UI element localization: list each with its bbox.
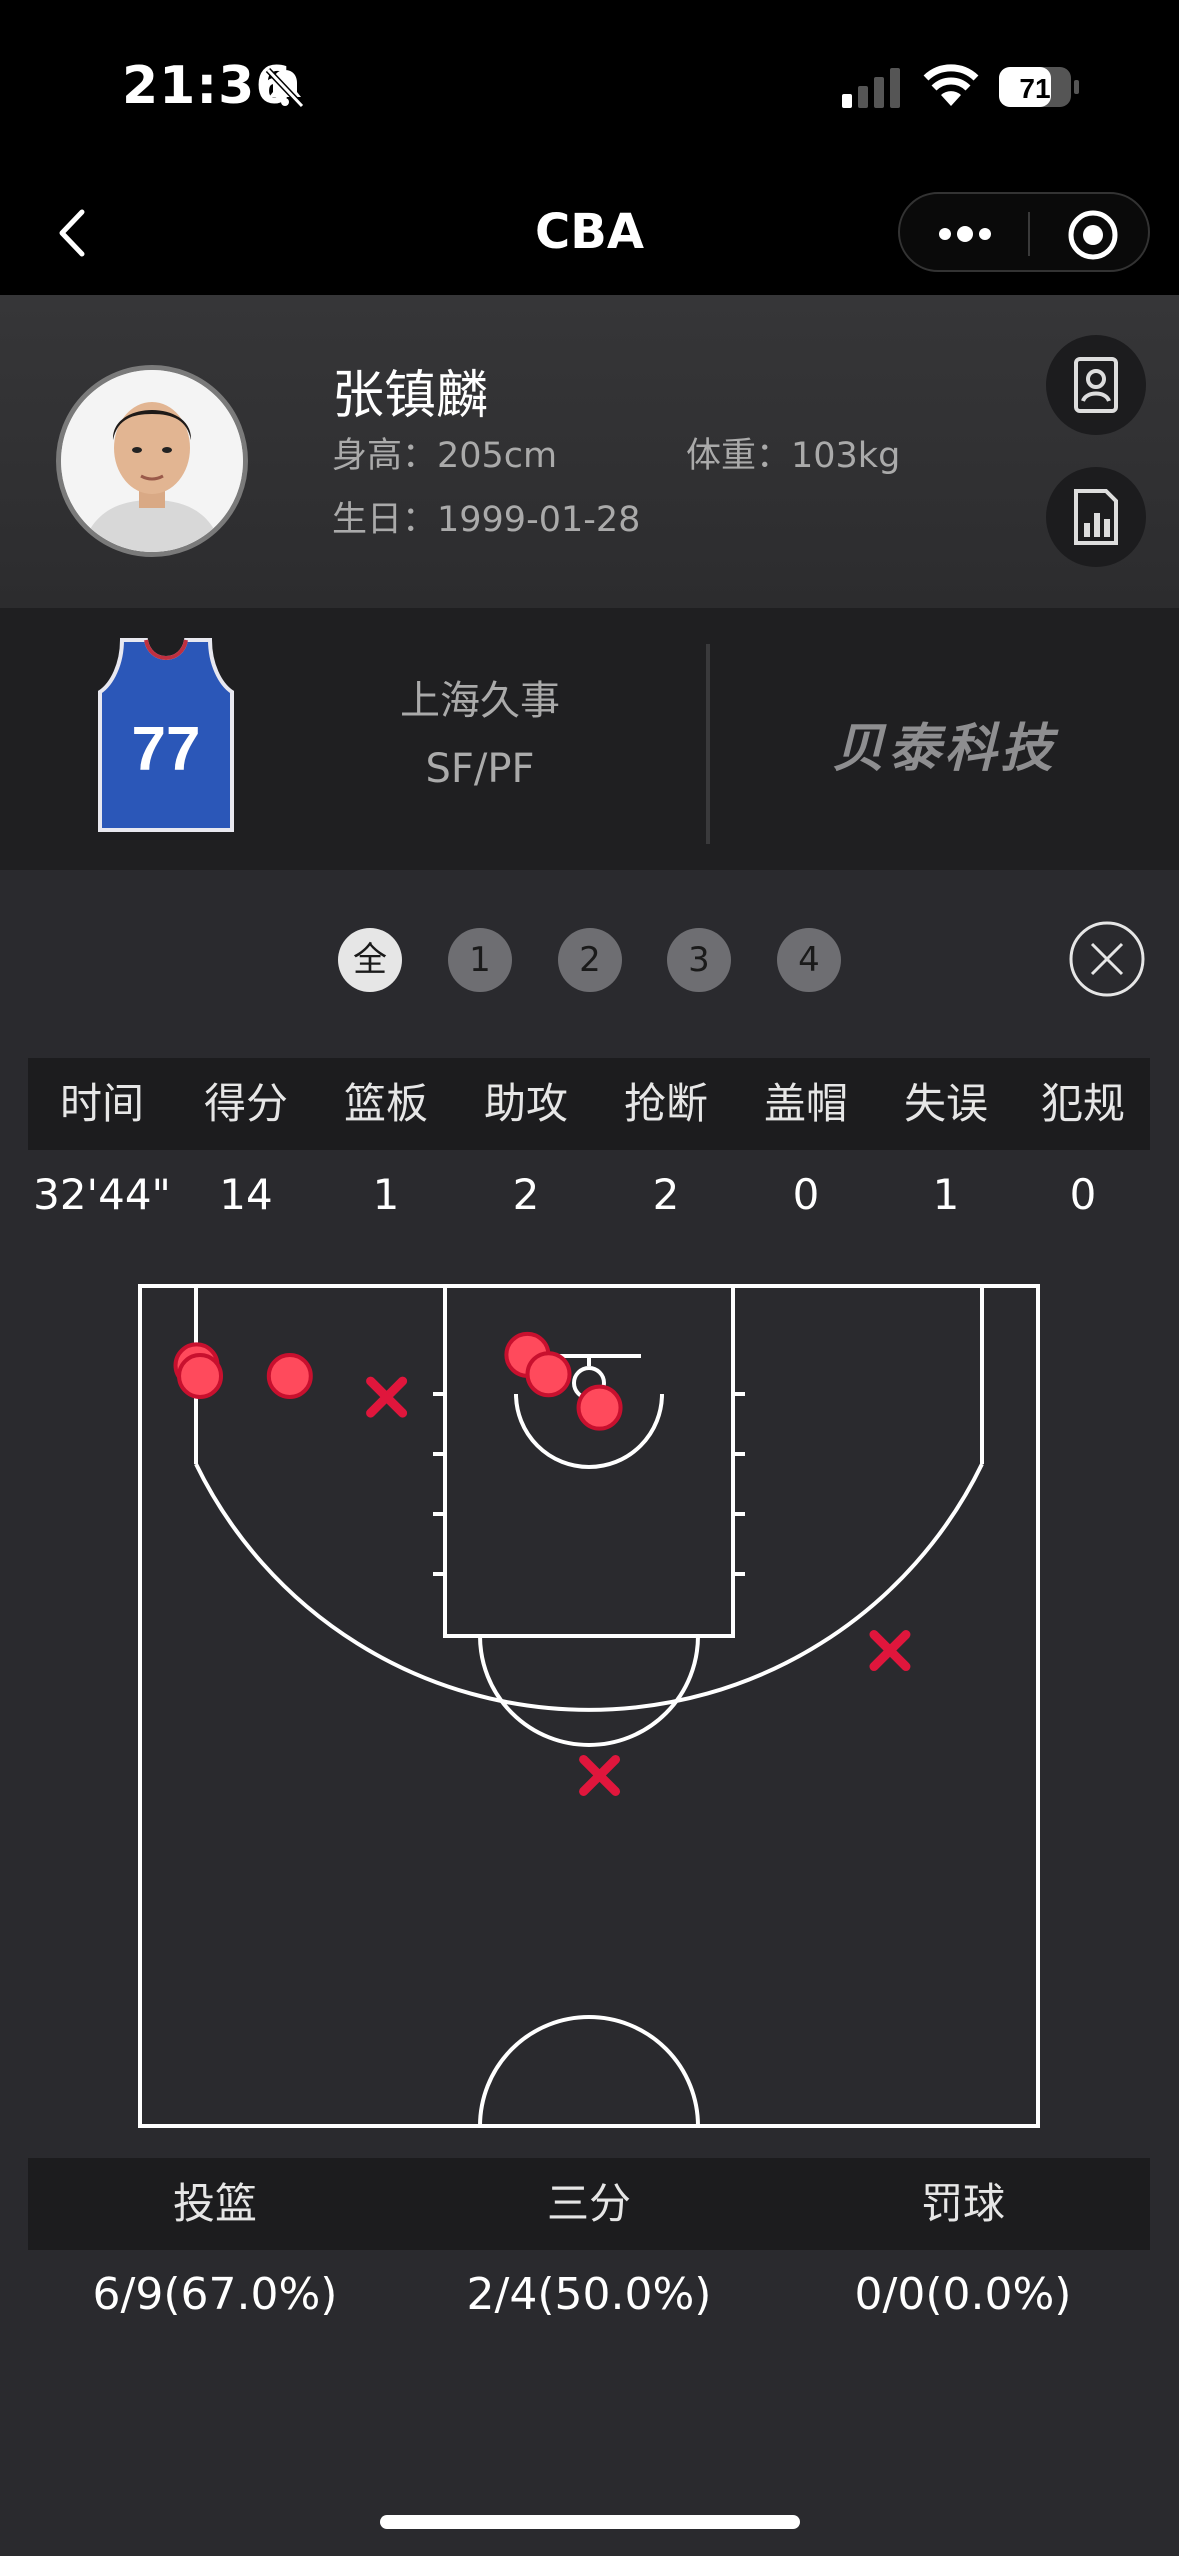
stat-value-turnovers: 1 [932, 1170, 960, 1219]
shooting-header-3pt: 三分 [546, 2179, 631, 2228]
stat-header-fouls: 犯规 [1040, 1079, 1125, 1128]
player-position: SF/PF [425, 746, 535, 792]
player-name: 张镇麟 [332, 366, 489, 426]
stat-header-blocks: 盖帽 [763, 1079, 848, 1128]
free-throw-circle [478, 1635, 700, 1747]
shooting-header-fg: 投篮 [172, 2179, 257, 2228]
bell-off-icon [265, 67, 305, 109]
stat-value-blocks: 0 [792, 1170, 820, 1219]
stat-header-time: 时间 [59, 1079, 144, 1128]
period-selector: 全 1 2 3 4 [0, 928, 1179, 998]
period-4[interactable]: 4 [777, 928, 841, 992]
home-indicator[interactable] [380, 2515, 800, 2529]
missed-shot-marker [869, 1630, 911, 1672]
shooting-header-row: 投篮 三分 罚球 [28, 2158, 1150, 2250]
capsule-divider [1028, 212, 1030, 256]
made-shot-marker [525, 1351, 572, 1398]
player-header: 张镇麟 身高：205cm 体重：103kg 生日：1999-01-28 [0, 295, 1179, 608]
stat-header-turnovers: 失误 [903, 1079, 988, 1128]
paint [443, 1284, 735, 1638]
stat-value-time: 32'44" [33, 1170, 171, 1219]
status-bar: 21:36 71 [0, 0, 1179, 170]
stat-header-rebounds: 篮板 [343, 1079, 428, 1128]
stat-value-steals: 2 [652, 1170, 680, 1219]
cellular-signal-icon [842, 68, 900, 108]
close-icon[interactable] [1068, 920, 1146, 998]
player-birthday: 生日：1999-01-28 [332, 500, 641, 540]
period-all[interactable]: 全 [338, 928, 402, 992]
jersey-number: 77 [132, 715, 201, 784]
more-options-icon[interactable] [934, 216, 996, 252]
player-weight: 体重：103kg [686, 436, 901, 476]
stats-header-row: 时间 得分 篮板 助攻 抢断 盖帽 失误 犯规 [28, 1058, 1150, 1150]
made-shot-marker [177, 1352, 224, 1399]
shooting-value-3pt: 2/4(50.0%) [466, 2269, 712, 2320]
made-shot-marker [576, 1384, 623, 1431]
stat-value-assists: 2 [512, 1170, 540, 1219]
battery-level: 71 [1019, 73, 1050, 104]
player-height: 身高：205cm [332, 436, 558, 476]
player-stats-button[interactable] [1046, 467, 1146, 567]
shooting-value-row: 6/9(67.0%) 2/4(50.0%) 0/0(0.0%) [28, 2250, 1150, 2340]
missed-shot-marker [579, 1754, 621, 1796]
stat-value-fouls: 0 [1069, 1170, 1097, 1219]
player-profile-button[interactable] [1046, 335, 1146, 435]
stat-value-rebounds: 1 [372, 1170, 400, 1219]
made-shot-marker [266, 1352, 313, 1399]
player-avatar [56, 365, 248, 557]
team-name: 上海久事 [400, 678, 560, 724]
shooting-header-ft: 罚球 [920, 2179, 1005, 2228]
stats-report-icon [1074, 489, 1118, 545]
profile-card-icon [1074, 357, 1118, 413]
stat-header-points: 得分 [203, 1079, 288, 1128]
shooting-value-ft: 0/0(0.0%) [854, 2269, 1072, 2320]
shot-chart-court [138, 1284, 1040, 2128]
wifi-icon [923, 64, 979, 106]
period-2[interactable]: 2 [558, 928, 622, 992]
period-1[interactable]: 1 [448, 928, 512, 992]
player-photo [61, 370, 243, 552]
shooting-value-fg: 6/9(67.0%) [92, 2269, 338, 2320]
sponsor-logo: 贝泰科技 [832, 719, 1057, 779]
stats-value-row: 32'44" 14 1 2 2 0 1 0 [28, 1150, 1150, 1240]
mini-program-capsule [898, 192, 1150, 272]
battery-icon: 71 [999, 67, 1079, 107]
close-program-icon[interactable] [1066, 208, 1120, 262]
stat-value-points: 14 [219, 1170, 273, 1219]
period-3[interactable]: 3 [667, 928, 731, 992]
team-band: 77 上海久事 SF/PF 贝泰科技 [0, 608, 1179, 870]
three-point-arc [194, 1463, 984, 1712]
half-court-circle [478, 2015, 700, 2127]
shots-layer [173, 1331, 911, 1796]
stat-header-assists: 助攻 [483, 1079, 568, 1128]
stat-header-steals: 抢断 [623, 1079, 708, 1128]
nav-bar: CBA [0, 170, 1179, 295]
missed-shot-marker [366, 1376, 408, 1418]
jersey-image: 77 [98, 638, 234, 832]
